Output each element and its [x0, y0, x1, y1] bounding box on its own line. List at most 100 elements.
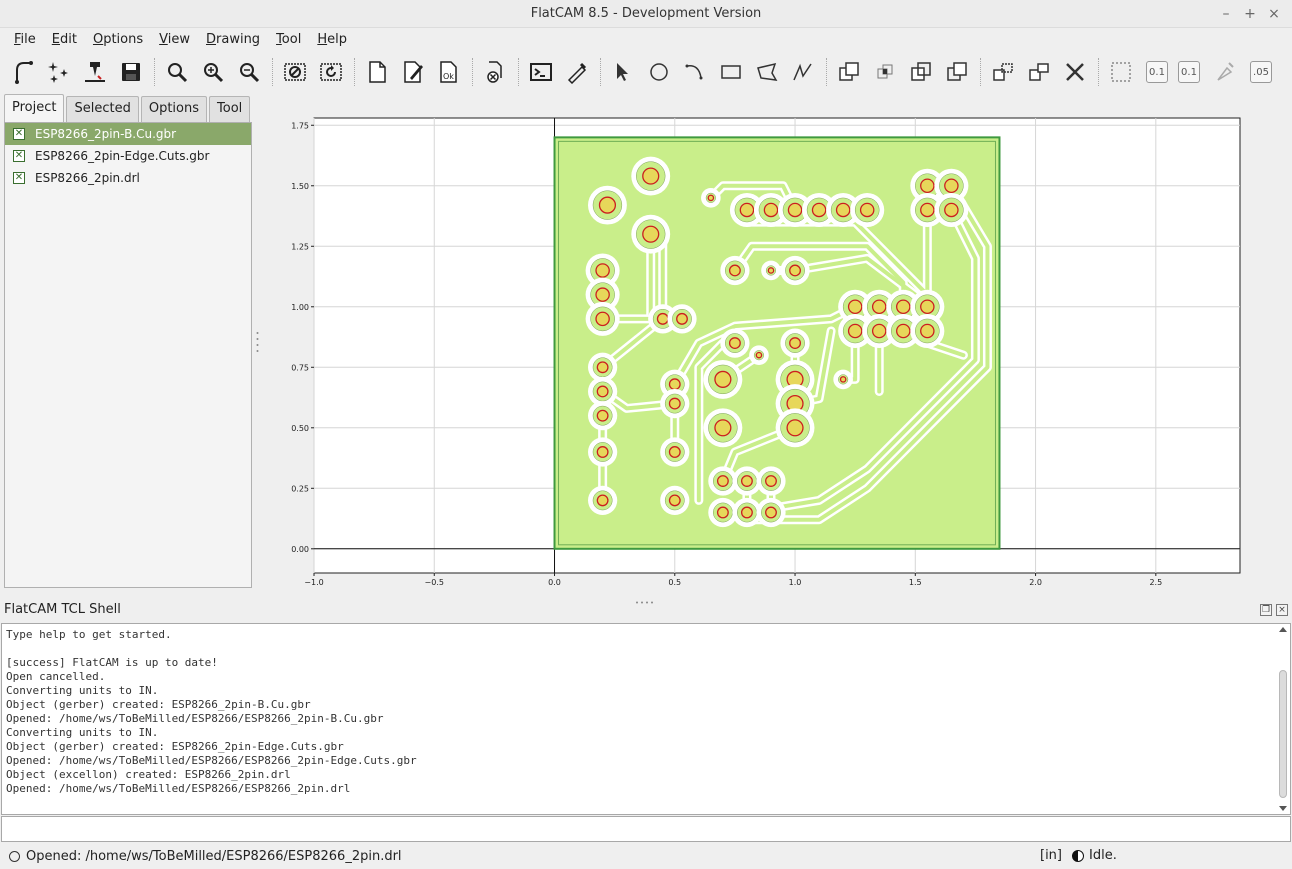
menu-tool[interactable]: Tool — [268, 32, 309, 47]
snap-grid-x-value[interactable]: 0.1 — [1146, 61, 1168, 83]
snap-max-value[interactable]: .05 — [1250, 61, 1272, 83]
zoom-in-icon[interactable] — [198, 57, 228, 87]
drill-hole — [859, 202, 875, 218]
drill-hole — [595, 263, 610, 278]
notebook-tabs: Project Selected Options Tool — [4, 94, 252, 122]
visibility-checkbox[interactable]: ✕ — [13, 172, 25, 184]
drill-hole — [668, 397, 681, 410]
project-item[interactable]: ✕ ESP8266_2pin-B.Cu.gbr — [5, 123, 251, 145]
new-geometry-icon[interactable] — [362, 57, 392, 87]
intersection-icon[interactable] — [870, 57, 900, 87]
shell-scrollbar[interactable] — [1278, 626, 1288, 812]
menu-help[interactable]: Help — [309, 32, 355, 47]
clear-plot-icon[interactable] — [280, 57, 310, 87]
shell-output[interactable]: Type help to get started. [success] FlatC… — [1, 623, 1291, 815]
cut-icon[interactable] — [942, 57, 972, 87]
menu-edit[interactable]: Edit — [44, 32, 85, 47]
select-icon[interactable] — [608, 57, 638, 87]
rectangle-icon[interactable] — [716, 57, 746, 87]
tab-selected[interactable]: Selected — [66, 96, 139, 122]
polygon-icon[interactable] — [752, 57, 782, 87]
shell-splitter-handle[interactable] — [630, 593, 660, 604]
drill-hole — [595, 311, 610, 327]
replot-icon[interactable] — [316, 57, 346, 87]
x-tick-label: 1.0 — [789, 578, 802, 587]
drill-hole — [765, 506, 777, 519]
menu-options[interactable]: Options — [85, 32, 151, 47]
project-item[interactable]: ✕ ESP8266_2pin-Edge.Cuts.gbr — [5, 145, 251, 167]
toolbar-separator — [272, 58, 274, 86]
save-icon[interactable] — [116, 57, 146, 87]
status-state-label: Idle. — [1089, 848, 1117, 863]
open-excellon-icon[interactable] — [44, 57, 74, 87]
shell-close-icon[interactable]: × — [1276, 604, 1288, 616]
shell-line: Opened: /home/ws/ToBeMilled/ESP8266/ESP8… — [6, 754, 417, 767]
y-tick-label: 0.00 — [291, 545, 309, 554]
drill-hole — [871, 299, 887, 315]
shell-input[interactable] — [1, 816, 1291, 842]
menu-bar: File Edit Options View Drawing Tool Help — [0, 28, 1292, 50]
drill-hole — [847, 299, 863, 315]
y-tick-label: 0.50 — [291, 424, 309, 433]
zoom-out-icon[interactable] — [234, 57, 264, 87]
visibility-checkbox[interactable]: ✕ — [13, 150, 25, 162]
y-tick-label: 0.25 — [291, 484, 309, 493]
drill-hole — [847, 323, 863, 339]
menu-file[interactable]: File — [6, 32, 44, 47]
close-button[interactable]: × — [1264, 4, 1284, 24]
grid-snap-icon[interactable] — [1106, 57, 1136, 87]
project-item[interactable]: ✕ ESP8266_2pin.drl — [5, 167, 251, 189]
copy-shape-icon[interactable] — [988, 57, 1018, 87]
drill-hole — [668, 446, 681, 458]
snap-grid-y-box[interactable]: 0.1 — [1174, 57, 1204, 87]
minimize-button[interactable]: – — [1216, 4, 1236, 24]
maximize-button[interactable]: + — [1240, 4, 1260, 24]
notebook-panel: Project Selected Options Tool ✕ ESP8266_… — [0, 92, 258, 592]
snap-corner-icon[interactable] — [1210, 57, 1240, 87]
open-gcode-icon[interactable] — [80, 57, 110, 87]
path-icon[interactable] — [788, 57, 818, 87]
tcl-shell-icon[interactable] — [526, 57, 556, 87]
drill-hole — [839, 376, 847, 383]
edit-geometry-icon[interactable] — [398, 57, 428, 87]
visibility-checkbox[interactable]: ✕ — [13, 128, 25, 140]
snap-grid-y-value[interactable]: 0.1 — [1178, 61, 1200, 83]
tab-project[interactable]: Project — [4, 94, 65, 122]
toolbar-separator — [1098, 58, 1100, 86]
menu-drawing[interactable]: Drawing — [198, 32, 268, 47]
pcb-plot[interactable]: −1.0 −0.5 0.0 0.5 1.0 1.5 2.0 2.5 0.00 0.25 0.50 0.… — [262, 92, 1292, 592]
drill-hole — [763, 202, 779, 218]
shell-lines: Type help to get started. [success] FlatC… — [6, 628, 1286, 796]
subtraction-icon[interactable] — [906, 57, 936, 87]
update-geometry-icon[interactable]: Ok — [434, 57, 464, 87]
delete-object-icon[interactable] — [480, 57, 510, 87]
move-shape-icon[interactable] — [1024, 57, 1054, 87]
snap-max-box[interactable]: .05 — [1246, 57, 1276, 87]
menu-view[interactable]: View — [151, 32, 198, 47]
toolbar-separator — [600, 58, 602, 86]
union-icon[interactable] — [834, 57, 864, 87]
delete-shape-icon[interactable] — [1060, 57, 1090, 87]
plot-area[interactable]: −1.0 −0.5 0.0 0.5 1.0 1.5 2.0 2.5 0.00 0.25 0.50 0.… — [262, 92, 1292, 592]
zoom-fit-icon[interactable] — [162, 57, 192, 87]
toolbar-separator — [980, 58, 982, 86]
arc-icon[interactable] — [680, 57, 710, 87]
open-gerber-icon[interactable] — [8, 57, 38, 87]
circle-icon[interactable] — [644, 57, 674, 87]
shell-float-icon[interactable]: ❐ — [1260, 604, 1272, 616]
drill-hole — [920, 178, 935, 194]
drill-hole — [707, 194, 715, 202]
shell-title: FlatCAM TCL Shell — [4, 602, 121, 617]
drill-hole — [811, 202, 827, 218]
shell-scroll-thumb[interactable] — [1279, 670, 1287, 798]
snap-grid-x-box[interactable]: 0.1 — [1142, 57, 1172, 87]
panel-splitter-handle[interactable] — [256, 330, 259, 354]
measure-icon[interactable] — [562, 57, 592, 87]
drill-hole — [740, 475, 753, 487]
x-tick-label: −0.5 — [425, 578, 444, 587]
idle-icon — [1072, 849, 1084, 862]
drill-hole — [896, 299, 911, 315]
tab-tool[interactable]: Tool — [209, 96, 251, 122]
tab-options[interactable]: Options — [140, 96, 208, 122]
y-tick-label: 1.50 — [291, 182, 309, 191]
